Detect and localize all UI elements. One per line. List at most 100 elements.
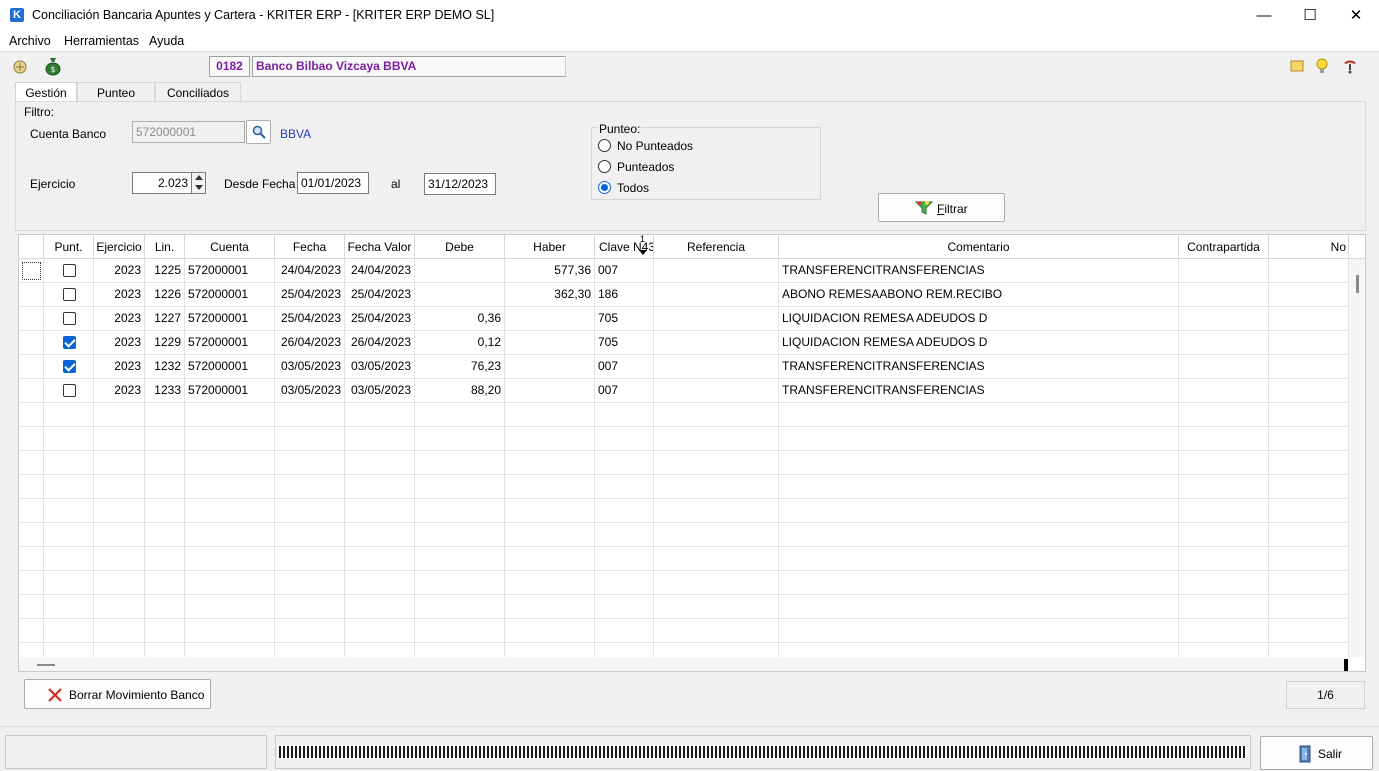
header-no[interactable]: No [1269,235,1349,259]
lin-cell [145,523,185,547]
filtrar-button[interactable]: Filtrar [878,193,1005,222]
table-row-empty [19,427,1349,451]
tab-conciliados[interactable]: Conciliados [155,82,241,102]
ejercicio-cell: 2023 [94,307,145,331]
ejercicio-input[interactable]: 2.023 [132,172,192,194]
header-fecha[interactable]: Fecha [275,235,345,259]
lin-cell [145,571,185,595]
radio-punteados[interactable] [598,160,611,173]
contrapartida-cell [1179,475,1269,499]
header-debe[interactable]: Debe [415,235,505,259]
radio-no-punteados[interactable] [598,139,611,152]
header-cuenta[interactable]: Cuenta [185,235,275,259]
table-row[interactable]: 2023 1226 572000001 25/04/2023 25/04/2023 362… [19,283,1349,307]
haber-cell [505,427,595,451]
close-button[interactable]: ✕ [1333,0,1379,31]
header-ejercicio[interactable]: Ejercicio [94,235,145,259]
minimize-button[interactable]: — [1241,0,1287,31]
help-icon[interactable] [1341,57,1359,75]
contrapartida-cell [1179,619,1269,643]
haber-cell [505,307,595,331]
header-fecha-valor[interactable]: Fecha Valor [345,235,415,259]
lightbulb-icon[interactable] [1313,57,1331,75]
cuenta-banco-input[interactable]: 572000001 [132,121,245,143]
header-referencia[interactable]: Referencia [654,235,779,259]
table-row-empty [19,643,1349,657]
menu-archivo[interactable]: Archivo [9,34,51,48]
ejercicio-cell [94,643,145,657]
note-icon[interactable] [1288,58,1306,76]
header-punt[interactable]: Punt. [44,235,94,259]
apuntes-grid[interactable]: Punt. Ejercicio Lin. Cuenta Fecha Fecha … [18,234,1366,672]
fecha-valor-cell [345,547,415,571]
debe-cell [415,643,505,657]
table-row[interactable]: 2023 1229 572000001 26/04/2023 26/04/2023 0,1… [19,331,1349,355]
row-selector [19,403,44,427]
table-row[interactable]: 2023 1227 572000001 25/04/2023 25/04/2023 0,3… [19,307,1349,331]
no-cell [1269,403,1349,427]
bank-name: Banco Bilbao Vizcaya BBVA [252,56,566,77]
salir-button[interactable]: Salir [1260,736,1373,770]
punteo-checkbox[interactable] [63,288,76,301]
spin-up-icon[interactable] [195,175,203,180]
header-comentario[interactable]: Comentario [779,235,1179,259]
fecha-valor-cell [345,427,415,451]
punteo-checkbox[interactable] [63,312,76,325]
haber-cell [505,331,595,355]
header-lin[interactable]: Lin. [145,235,185,259]
vertical-scrollbar[interactable] [1349,259,1365,657]
radio-todos-label[interactable]: Todos [617,181,649,195]
money-bag-icon[interactable]: $ [44,56,62,76]
no-cell [1269,451,1349,475]
record-counter: 1/6 [1286,681,1365,709]
comentario-cell: LIQUIDACION REMESA ADEUDOS D [779,307,1179,331]
punt-checkbox [44,307,94,331]
punteo-checkbox[interactable] [63,264,76,277]
header-contrapartida[interactable]: Contrapartida [1179,235,1269,259]
tab-gestion[interactable]: Gestión [15,82,77,103]
no-cell [1269,547,1349,571]
folder-open-icon[interactable] [11,57,29,75]
debe-cell [415,403,505,427]
desde-fecha-input[interactable]: 01/01/2023 [297,172,369,194]
table-row[interactable]: 2023 1232 572000001 03/05/2023 03/05/2023 76,… [19,355,1349,379]
fecha-valor-cell [345,595,415,619]
punteo-checkbox[interactable] [63,336,76,349]
search-cuenta-button[interactable] [246,120,271,144]
borrar-movimiento-button[interactable]: Borrar Movimiento Banco [24,679,211,709]
fecha-valor-cell [345,571,415,595]
spin-down-icon[interactable] [195,185,203,190]
hasta-fecha-input[interactable]: 31/12/2023 [424,173,496,195]
clave-cell: 007 [595,355,654,379]
fecha-valor-cell: 25/04/2023 [345,283,415,307]
tab-punteo[interactable]: Punteo [77,82,155,102]
header-haber[interactable]: Haber [505,235,595,259]
radio-no-punteados-label[interactable]: No Punteados [617,139,693,153]
header-clave-n43[interactable]: Clave N43 1 [595,235,654,259]
horizontal-scroll-thumb[interactable] [37,664,55,666]
punteo-checkbox[interactable] [63,360,76,373]
cuenta-cell [185,427,275,451]
cuenta-cell [185,499,275,523]
row-selector [19,379,44,403]
radio-punteados-label[interactable]: Punteados [617,160,674,174]
punteo-checkbox[interactable] [63,384,76,397]
comentario-cell [779,451,1179,475]
ejercicio-cell: 2023 [94,283,145,307]
sort-desc-icon [639,250,647,255]
progress-panel [275,735,1251,769]
horizontal-scrollbar[interactable] [19,657,1349,671]
ejercicio-spinner[interactable] [191,172,206,194]
menu-herramientas[interactable]: Herramientas [64,34,139,48]
cuenta-cell [185,523,275,547]
table-row[interactable]: 2023 1225 572000001 24/04/2023 24/04/2023 577… [19,259,1349,283]
menu-ayuda[interactable]: Ayuda [149,34,184,48]
haber-cell: 577,36 [505,259,595,283]
table-row[interactable]: 2023 1233 572000001 03/05/2023 03/05/2023 88,… [19,379,1349,403]
vertical-scroll-thumb[interactable] [1356,275,1359,293]
row-selector [19,475,44,499]
punt-checkbox [44,403,94,427]
radio-todos[interactable] [598,181,611,194]
row-selector [19,619,44,643]
maximize-button[interactable]: ☐ [1287,0,1333,31]
